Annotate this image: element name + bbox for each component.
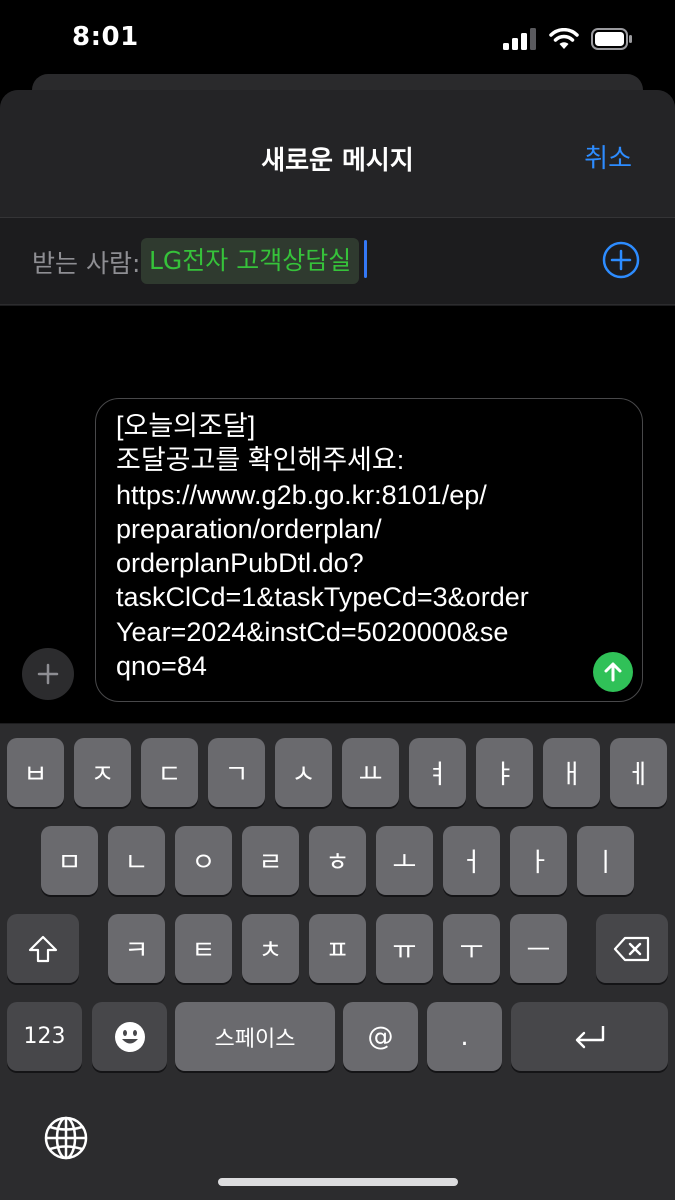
status-bar: 8:01 [0, 0, 675, 80]
key-label: ㅎ [325, 848, 350, 878]
key-ae[interactable]: ㅐ [543, 738, 600, 807]
key-label: ㅋ [124, 936, 149, 966]
key-tieut[interactable]: ㅌ [175, 914, 232, 983]
key-label: ㅑ [492, 760, 517, 790]
key-yo[interactable]: ㅛ [342, 738, 399, 807]
battery-icon [591, 28, 632, 50]
key-u[interactable]: ㅜ [443, 914, 500, 983]
key-label: ㅐ [559, 760, 584, 790]
key-label: ㄹ [258, 848, 283, 878]
backspace-key[interactable] [596, 914, 668, 983]
add-circle-icon[interactable] [602, 241, 640, 279]
key-digeut[interactable]: ㄷ [141, 738, 198, 807]
space-key[interactable]: 스페이스 [175, 1002, 335, 1071]
key-label: ㅍ [325, 936, 350, 966]
key-label: ㅠ [392, 936, 417, 966]
emoji-icon [114, 1021, 145, 1052]
to-label: 받는 사람: [32, 249, 141, 278]
dot-key[interactable]: . [427, 1002, 502, 1071]
key-yeo[interactable]: ㅕ [409, 738, 466, 807]
key-yu[interactable]: ㅠ [376, 914, 433, 983]
key-e[interactable]: ㅔ [610, 738, 667, 807]
key-bieup[interactable]: ㅂ [7, 738, 64, 807]
status-icons [503, 26, 633, 52]
status-time: 8:01 [72, 22, 139, 52]
home-indicator [218, 1178, 458, 1186]
key-kieuk[interactable]: ㅋ [108, 914, 165, 983]
keyboard: ㅂ ㅈ ㄷ ㄱ ㅅ ㅛ ㅕ ㅑ ㅐ ㅔ ㅁ ㄴ ㅇ ㄹ ㅎ ㅗ ㅓ ㅏ ㅣ ㅋ … [0, 724, 675, 1200]
key-jieut[interactable]: ㅈ [74, 738, 131, 807]
numbers-key-label: 123 [23, 1024, 66, 1049]
key-ieung[interactable]: ㅇ [175, 826, 232, 895]
key-label: ㅡ [526, 936, 551, 966]
key-label: ㄷ [157, 760, 182, 790]
key-rieul[interactable]: ㄹ [242, 826, 299, 895]
message-input[interactable]: [오늘의조달] 조달공고를 확인해주세요: https://www.g2b.go… [95, 398, 643, 702]
key-label: ㅜ [459, 936, 484, 966]
key-siot[interactable]: ㅅ [275, 738, 332, 807]
return-key[interactable] [511, 1002, 668, 1071]
key-label: ㅕ [425, 760, 450, 790]
space-key-label: 스페이스 [214, 1026, 296, 1052]
send-arrow-icon [604, 662, 622, 682]
globe-icon[interactable] [42, 1114, 90, 1162]
signal-icon [503, 28, 536, 50]
backspace-icon [613, 936, 650, 961]
recipient-chip[interactable]: LG전자 고객상담실 [141, 238, 360, 284]
key-label: ㅛ [358, 760, 383, 790]
wifi-icon [549, 28, 579, 49]
key-label: ㅂ [23, 760, 48, 790]
dot-key-label: . [460, 1021, 469, 1052]
key-label: ㅊ [258, 936, 283, 966]
key-eo[interactable]: ㅓ [443, 826, 500, 895]
key-mieum[interactable]: ㅁ [41, 826, 98, 895]
key-giyeok[interactable]: ㄱ [208, 738, 265, 807]
key-hieut[interactable]: ㅎ [309, 826, 366, 895]
key-eu[interactable]: ㅡ [510, 914, 567, 983]
text-cursor [364, 240, 367, 278]
key-label: ㅅ [291, 760, 316, 790]
key-label: ㅓ [459, 848, 484, 878]
shift-icon [28, 935, 58, 962]
return-icon [575, 1025, 604, 1048]
key-pieup[interactable]: ㅍ [309, 914, 366, 983]
message-text[interactable]: [오늘의조달] 조달공고를 확인해주세요: https://www.g2b.go… [116, 409, 596, 683]
sheet-header: 새로운 메시지 취소 [0, 90, 675, 217]
cancel-button[interactable]: 취소 [584, 138, 632, 175]
key-label: ㅣ [593, 848, 618, 878]
key-label: ㅔ [626, 760, 651, 790]
apps-plus-button[interactable] [22, 648, 74, 700]
key-label: ㅁ [57, 848, 82, 878]
key-ya[interactable]: ㅑ [476, 738, 533, 807]
numbers-key[interactable]: 123 [7, 1002, 82, 1071]
send-button[interactable] [593, 652, 633, 692]
key-a[interactable]: ㅏ [510, 826, 567, 895]
plus-icon [37, 663, 59, 685]
key-label: ㅇ [191, 848, 216, 878]
key-o[interactable]: ㅗ [376, 826, 433, 895]
key-label: ㅌ [191, 936, 216, 966]
at-key-label: @ [367, 1021, 394, 1052]
at-key[interactable]: @ [343, 1002, 418, 1071]
shift-key[interactable] [7, 914, 79, 983]
key-label: ㅈ [90, 760, 115, 790]
key-label: ㅗ [392, 848, 417, 878]
key-label: ㅏ [526, 848, 551, 878]
recipient-row[interactable]: 받는 사람: LG전자 고객상담실 [0, 217, 675, 305]
key-i[interactable]: ㅣ [577, 826, 634, 895]
key-label: ㄴ [124, 848, 149, 878]
key-nieun[interactable]: ㄴ [108, 826, 165, 895]
sheet-title: 새로운 메시지 [261, 146, 414, 176]
emoji-key[interactable] [92, 1002, 167, 1071]
new-message-sheet: 새로운 메시지 취소 받는 사람: LG전자 고객상담실 [오늘의조달] 조달공… [0, 90, 675, 1200]
key-chieut[interactable]: ㅊ [242, 914, 299, 983]
key-label: ㄱ [224, 760, 249, 790]
